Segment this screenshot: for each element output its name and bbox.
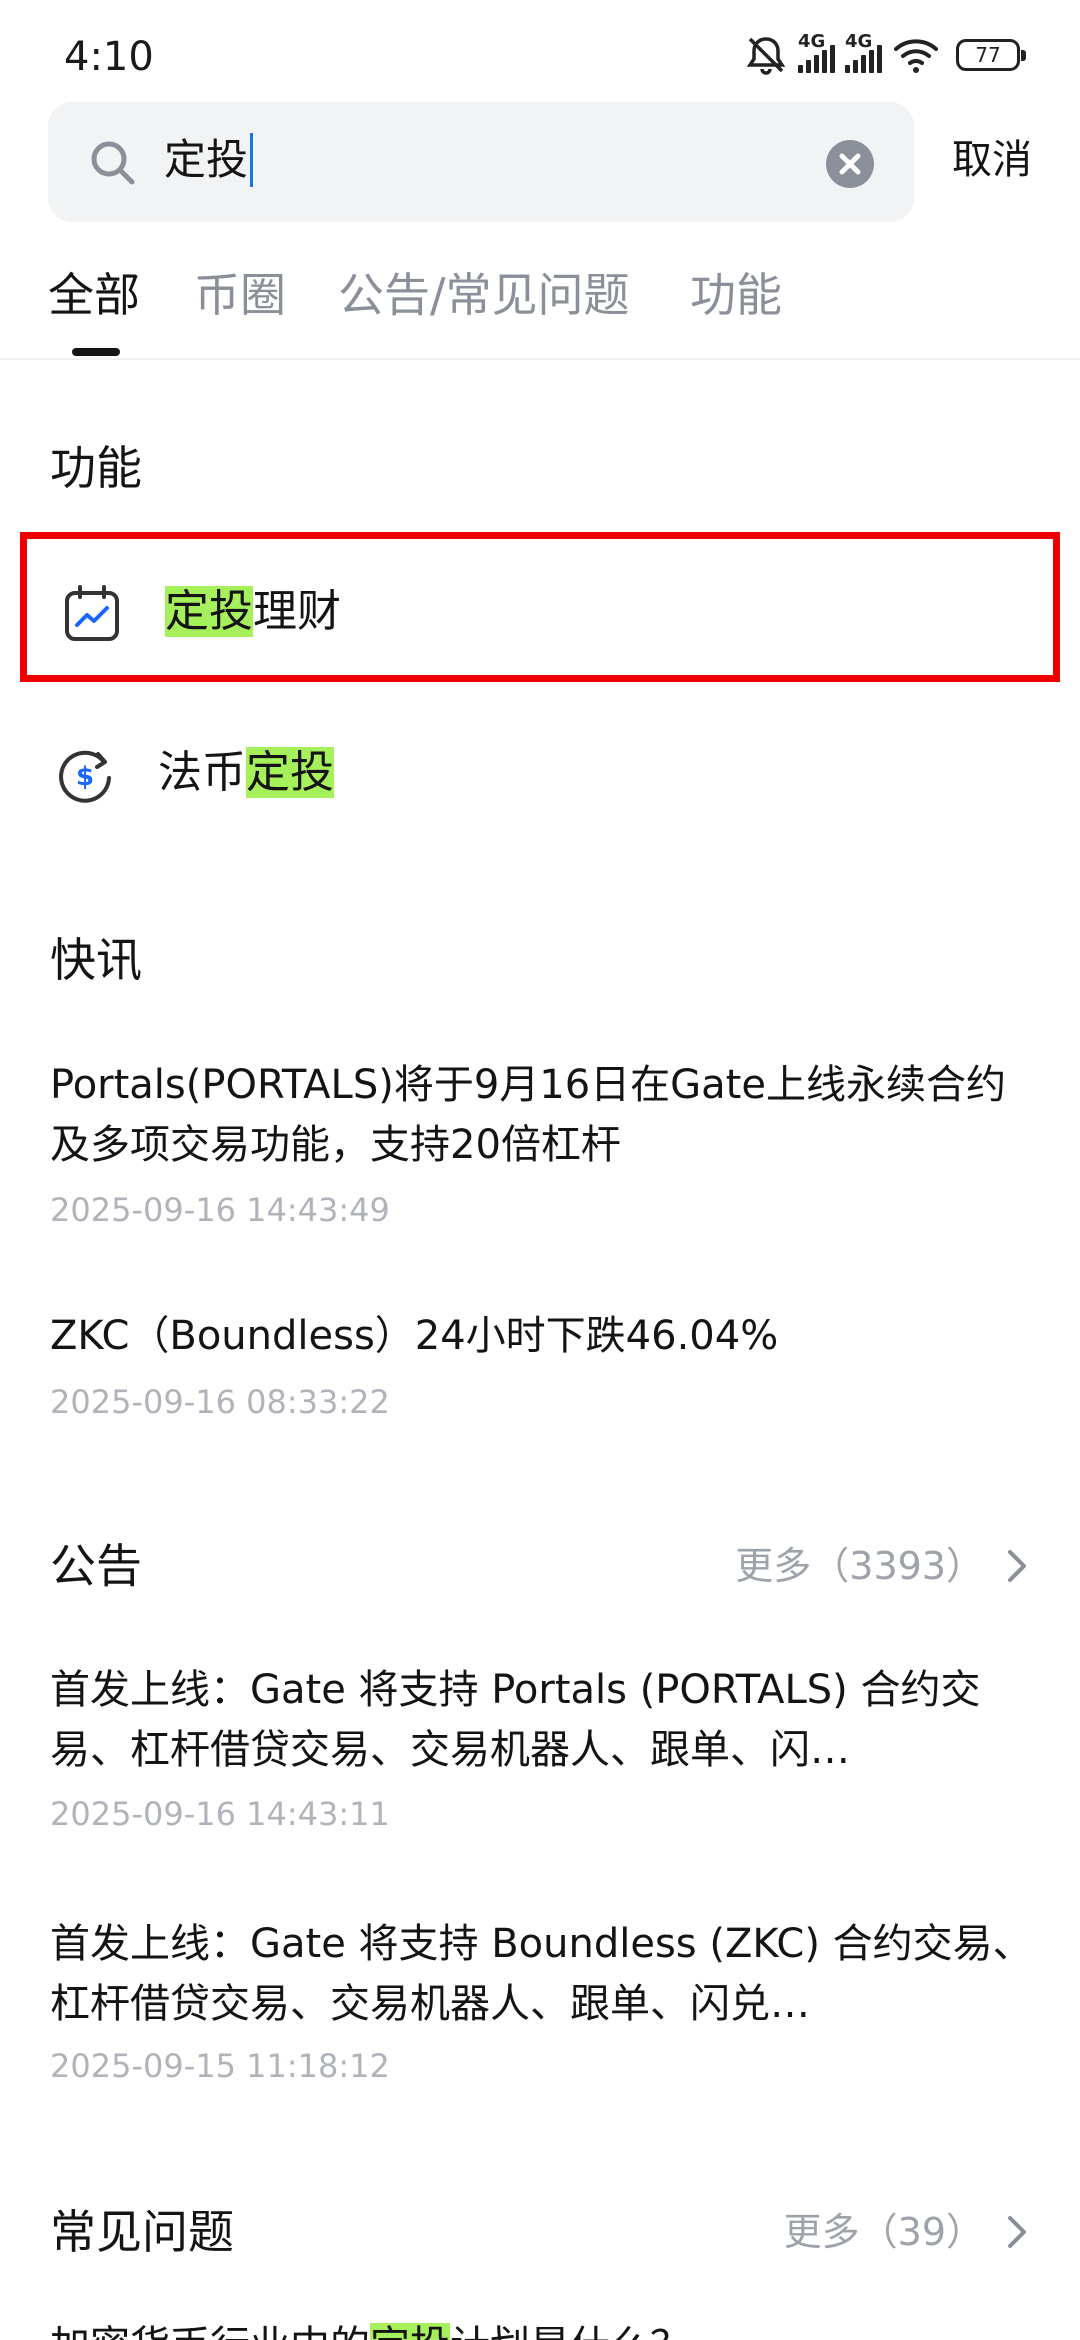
announcement-item-title[interactable]: 首发上线：Gate 将支持 Portals (PORTALS) 合约交易、杠杆借…	[50, 1660, 1040, 1780]
label-rest: 理财	[253, 586, 341, 637]
announcement-item-time: 2025-09-15 11:18:12	[50, 2047, 390, 2085]
tab-all[interactable]: 全部	[48, 260, 140, 330]
network-type-label: 4G	[845, 31, 873, 52]
tab-crypto-circle[interactable]: 币圈	[194, 260, 286, 330]
section-title-functions: 功能	[50, 441, 142, 495]
announcement-item-time: 2025-09-16 14:43:11	[50, 1795, 390, 1833]
news-item-time: 2025-09-16 08:33:22	[50, 1383, 390, 1421]
faq-text-before: 加密货币行业中的	[50, 2323, 370, 2340]
status-icons: 4G 4G 77	[744, 30, 1026, 80]
match-highlight: 定投	[165, 586, 253, 637]
signal-icon: 4G	[798, 31, 835, 73]
faq-more-link[interactable]: 更多（39）	[784, 2200, 1028, 2264]
tab-bar: 全部 币圈 公告/常见问题 功能	[0, 250, 1080, 360]
announcements-more-link[interactable]: 更多（3393）	[735, 1534, 1028, 1598]
more-label: 更多（3393）	[735, 1544, 984, 1588]
network-type-label: 4G	[798, 31, 826, 52]
clear-icon[interactable]	[826, 140, 874, 188]
chevron-right-icon	[1008, 2216, 1026, 2248]
mute-icon	[746, 37, 786, 75]
function-label: 法币定投	[158, 738, 334, 808]
function-item-auto-invest-wealth[interactable]: 定投理财	[20, 532, 1060, 682]
label-prefix: 法币	[158, 747, 246, 798]
cancel-button[interactable]: 取消	[952, 130, 1032, 190]
active-tab-indicator	[72, 348, 120, 356]
wifi-icon	[894, 39, 938, 73]
function-label: 定投理财	[165, 577, 341, 647]
dollar-cycle-icon: $	[59, 750, 111, 803]
calendar-chart-icon	[65, 585, 119, 641]
battery-level: 77	[975, 43, 1001, 67]
match-highlight: 定投	[246, 747, 334, 798]
news-item-title[interactable]: ZKC（Boundless）24小时下跌46.04%	[50, 1306, 1040, 1366]
faq-text-after: 计划是什么？	[450, 2323, 690, 2340]
more-label: 更多（39）	[783, 2210, 984, 2254]
search-query[interactable]: 定投	[164, 130, 254, 190]
section-title-announcements: 公告	[50, 1539, 142, 1593]
search-query-text: 定投	[164, 135, 249, 184]
text-caret	[250, 133, 254, 187]
function-item-fiat-auto-invest[interactable]: $ 法币定投	[20, 700, 1060, 850]
svg-text:$: $	[76, 762, 94, 792]
chevron-right-icon	[1008, 1550, 1026, 1582]
faq-item-title[interactable]: 加密货币行业中的定投计划是什么？	[50, 2316, 1040, 2340]
search-icon	[91, 141, 135, 185]
battery-icon: 77	[956, 39, 1026, 71]
tab-functions[interactable]: 功能	[690, 260, 782, 330]
news-item-time: 2025-09-16 14:43:49	[50, 1191, 390, 1229]
section-title-news: 快讯	[50, 933, 142, 987]
announcement-item-title[interactable]: 首发上线：Gate 将支持 Boundless (ZKC) 合约交易、杠杆借贷交…	[50, 1914, 1040, 2034]
section-title-faq: 常见问题	[50, 2205, 234, 2259]
status-time: 4:10	[64, 34, 154, 80]
status-bar: 4:10 4G 4G 77	[0, 0, 1080, 100]
signal-icon: 4G	[845, 31, 882, 73]
news-item-title[interactable]: Portals(PORTALS)将于9月16日在Gate上线永续合约及多项交易功…	[50, 1055, 1040, 1175]
tab-announcements-faq[interactable]: 公告/常见问题	[338, 260, 630, 330]
search-input[interactable]: 定投	[48, 102, 914, 222]
match-highlight: 定投	[370, 2323, 450, 2340]
